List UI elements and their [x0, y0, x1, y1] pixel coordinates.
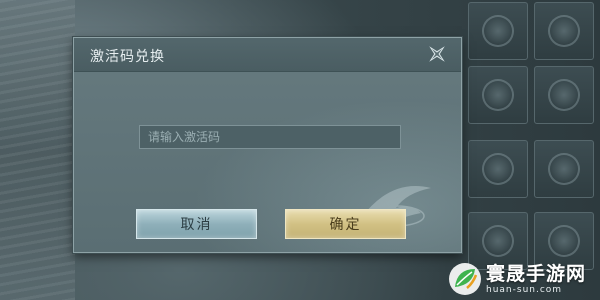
item-slot-icon — [548, 79, 580, 111]
item-slot-icon — [482, 153, 514, 185]
background-scenery — [0, 0, 75, 300]
item-slot — [534, 2, 594, 60]
watermark-url: huan-sun.com — [486, 284, 563, 295]
item-slot — [468, 66, 528, 124]
background-item-grid — [462, 0, 600, 300]
item-slot-icon — [548, 153, 580, 185]
leaf-logo-icon — [449, 263, 481, 295]
confirm-button-label: 确定 — [329, 217, 362, 233]
item-slot — [468, 140, 528, 198]
close-button[interactable] — [425, 42, 449, 66]
close-icon — [429, 46, 445, 62]
item-slot-icon — [482, 15, 514, 47]
cancel-button[interactable]: 取消 — [136, 209, 257, 239]
watermark-name: 寰晟手游网 — [486, 262, 587, 285]
item-slot-icon — [548, 15, 580, 47]
redeem-code-dialog: 激活码兑换 取消 确定 — [73, 37, 462, 253]
item-slot — [534, 140, 594, 198]
item-slot-icon — [482, 79, 514, 111]
dialog-header: 激活码兑换 — [74, 38, 461, 72]
item-slot — [468, 2, 528, 60]
item-slot-icon — [482, 225, 514, 257]
site-watermark: 寰晟手游网 huan-sun.com — [447, 258, 600, 300]
item-slot-icon — [548, 225, 580, 257]
confirm-button[interactable]: 确定 — [285, 209, 406, 239]
item-slot — [534, 66, 594, 124]
cancel-button-label: 取消 — [180, 217, 213, 233]
dialog-title: 激活码兑换 — [90, 49, 165, 65]
activation-code-input[interactable] — [139, 125, 401, 149]
